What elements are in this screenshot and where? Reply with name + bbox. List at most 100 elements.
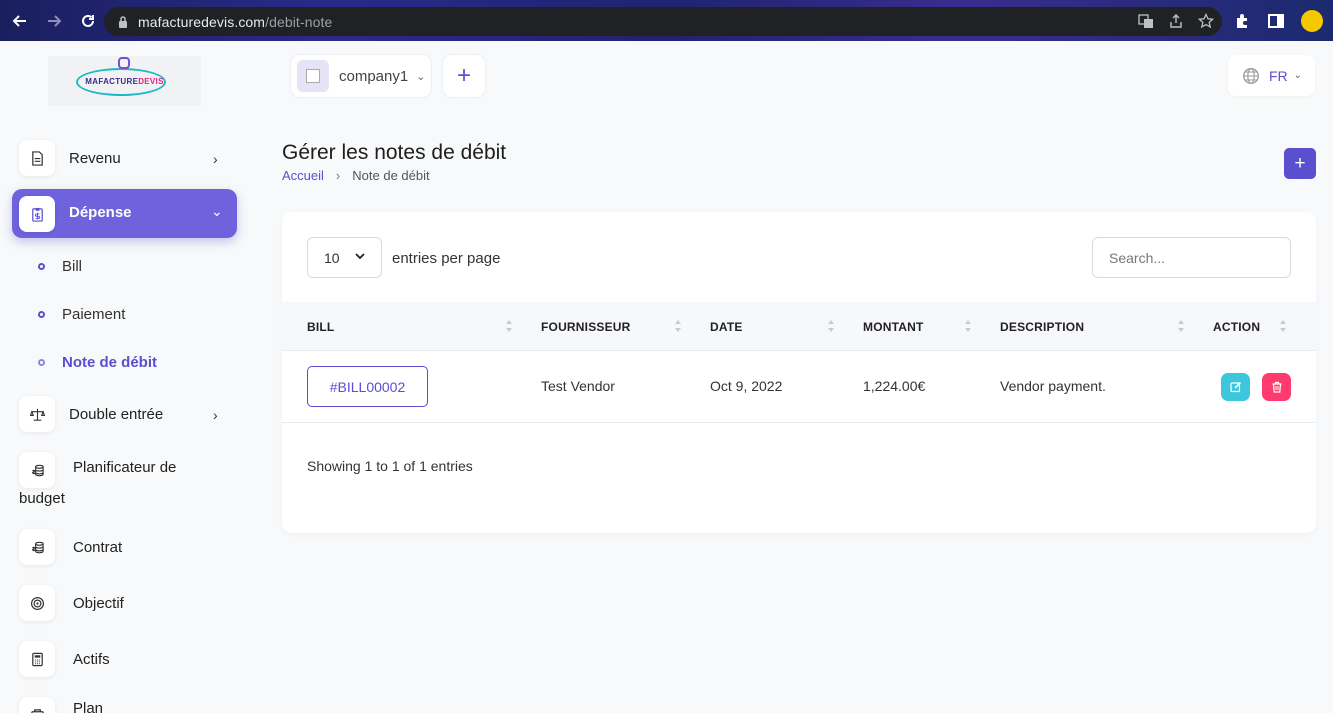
chevron-right-icon: › [213, 407, 218, 423]
globe-icon [1243, 67, 1259, 84]
reload-icon[interactable] [80, 13, 96, 29]
table-header: BILL FOURNISSEUR DATE MONTANT DESCRIPTIO… [282, 302, 1316, 351]
cell-vendor: Test Vendor [541, 378, 615, 394]
bill-number: #BILL00002 [329, 378, 406, 395]
column-header-action[interactable]: ACTION [1213, 320, 1260, 334]
balance-scale-icon [19, 396, 55, 432]
sidebar-item-label: Contrat [73, 538, 123, 556]
logo-text-accent: DEVIS [138, 76, 164, 86]
browser-toolbar: mafacturedevis.com/debit-note [0, 0, 1333, 41]
logo-text: MAFACTUREDEVIS [85, 77, 163, 86]
translate-icon[interactable] [1138, 13, 1154, 29]
plan-icon [19, 697, 55, 713]
address-bar[interactable]: mafacturedevis.com/debit-note [104, 7, 1222, 36]
chevron-down-icon: ⌄ [211, 203, 223, 219]
cell-description: Vendor payment. [1000, 378, 1106, 394]
trash-icon [1272, 381, 1281, 393]
chevron-right-icon: › [213, 151, 218, 167]
sidebar-subitem-label: Bill [62, 258, 83, 275]
entries-per-page-value: 10 [324, 249, 340, 266]
breadcrumb-current: Note de débit [352, 168, 430, 183]
delete-button[interactable] [1262, 373, 1291, 401]
sidebar-item-double-entree[interactable]: Double entrée [19, 396, 163, 432]
url-domain: mafacturedevis.com [138, 13, 266, 30]
sidebar-subitem-note-de-debit[interactable]: Note de débit [38, 354, 157, 371]
bullet-icon [38, 311, 45, 318]
entries-per-page-select[interactable]: 10 [307, 237, 382, 278]
cell-date: Oct 9, 2022 [710, 378, 783, 394]
sort-icon[interactable] [505, 317, 513, 335]
edit-icon [1229, 381, 1241, 393]
sidebar-item-planificateur[interactable]: Planificateur de [19, 452, 176, 488]
debit-notes-card: 10 entries per page BILL FOURNISSEUR DAT… [282, 212, 1316, 533]
sidebar-subitem-label: Note de débit [62, 354, 158, 371]
sidebar-item-actifs[interactable]: Actifs [19, 641, 110, 677]
column-header-bill[interactable]: BILL [307, 320, 334, 334]
sidebar-item-plan[interactable]: Plan [19, 697, 103, 713]
sidebar-item-label: Planificateur de [73, 459, 177, 476]
add-company-button[interactable]: + [442, 54, 486, 98]
bullet-icon [38, 263, 45, 270]
extensions-icon[interactable] [1233, 12, 1251, 30]
coins-icon [19, 529, 55, 565]
back-arrow-icon[interactable] [12, 13, 28, 29]
chevron-down-icon [355, 253, 365, 260]
sidebar-item-revenu[interactable]: Revenu [19, 140, 121, 176]
clipboard-dollar-icon [19, 196, 55, 232]
coins-icon [19, 452, 55, 488]
sidebar-subitem-bill[interactable]: Bill [38, 258, 82, 275]
chevron-down-icon: ⌄ [416, 70, 426, 83]
sidebar-item-label: Double entrée [69, 405, 164, 423]
column-header-fournisseur[interactable]: FOURNISSEUR [541, 320, 631, 334]
forward-arrow-icon[interactable] [46, 13, 62, 29]
language-selector[interactable]: FR ⌄ [1228, 55, 1315, 96]
bill-link-button[interactable]: #BILL00002 [307, 366, 428, 407]
entries-per-page-label: entries per page [392, 250, 501, 267]
sort-icon[interactable] [674, 317, 682, 335]
sidebar-item-objectif[interactable]: Objectif [19, 585, 124, 621]
cell-amount: 1,224.00€ [863, 378, 926, 394]
table-row: #BILL00002 Test Vendor Oct 9, 2022 1,224… [282, 352, 1316, 423]
breadcrumb: Accueil › Note de débit [282, 168, 430, 183]
search-input[interactable] [1092, 237, 1291, 278]
lock-icon [119, 15, 127, 28]
sort-icon[interactable] [1279, 317, 1287, 335]
company-selector[interactable]: company1 ⌄ [290, 54, 432, 98]
bookmark-star-icon[interactable] [1198, 13, 1214, 29]
column-header-description[interactable]: DESCRIPTION [1000, 320, 1084, 334]
chevron-down-icon: ⌄ [1293, 70, 1303, 81]
sidebar-subitem-label: Paiement [62, 306, 126, 323]
sidebar-item-label: Objectif [73, 594, 124, 612]
sidebar-subitem-paiement[interactable]: Paiement [38, 306, 125, 323]
target-icon [19, 585, 55, 621]
sidebar: MAFACTUREDEVIS Revenu › Dépense ⌄ Bill P… [0, 41, 250, 713]
sidebar-item-depense[interactable]: Dépense ⌄ [12, 189, 237, 238]
sidebar-item-label-line2: budget [19, 490, 65, 507]
plus-icon: + [456, 62, 471, 89]
sort-icon[interactable] [1177, 317, 1185, 335]
page-title: Gérer les notes de débit [282, 141, 507, 164]
side-panel-icon[interactable] [1267, 12, 1285, 30]
breadcrumb-separator-icon: › [335, 168, 341, 183]
sort-icon[interactable] [964, 317, 972, 335]
sidebar-item-contrat[interactable]: Contrat [19, 529, 122, 565]
edit-button[interactable] [1221, 373, 1250, 401]
profile-avatar[interactable] [1301, 10, 1323, 32]
sidebar-item-label: Plan [73, 699, 104, 713]
column-header-montant[interactable]: MONTANT [863, 320, 924, 334]
sidebar-item-label: Dépense [69, 204, 132, 221]
add-debit-note-button[interactable]: + [1284, 148, 1316, 179]
breadcrumb-home-link[interactable]: Accueil [282, 168, 324, 183]
company-logo [297, 60, 329, 92]
url-text: mafacturedevis.com/debit-note [138, 14, 332, 30]
document-icon [19, 140, 55, 176]
broken-image-icon [306, 69, 320, 83]
share-icon[interactable] [1168, 13, 1184, 29]
sort-icon[interactable] [827, 317, 835, 335]
calculator-icon [19, 641, 55, 677]
column-header-date[interactable]: DATE [710, 320, 743, 334]
logo-mark [118, 57, 130, 69]
pagination-info: Showing 1 to 1 of 1 entries [307, 458, 473, 474]
app-logo[interactable]: MAFACTUREDEVIS [48, 56, 201, 106]
sidebar-item-label: Revenu [69, 149, 121, 167]
